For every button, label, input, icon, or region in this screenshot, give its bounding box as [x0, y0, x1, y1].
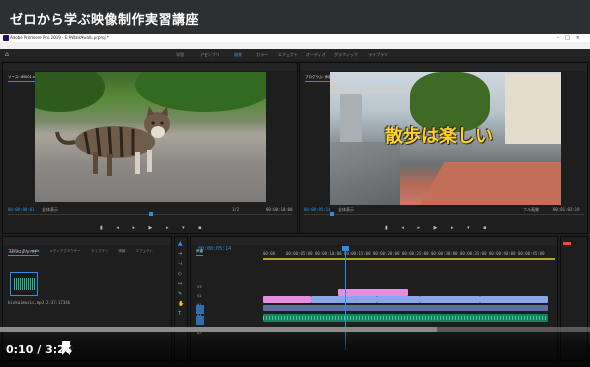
video-clip[interactable]: IMG03.mp4 [V]: [420, 296, 480, 312]
timeline-playhead-handle[interactable]: [342, 246, 349, 251]
source-video-frame[interactable]: [35, 72, 266, 202]
workspace-tab[interactable]: カラー: [256, 51, 268, 59]
workspace-tab[interactable]: アセンブリ: [200, 51, 220, 59]
media-item-name[interactable]: kinkaimusic.mp3: [8, 300, 44, 305]
audio-waveform: [14, 278, 36, 290]
video-clip[interactable]: IMG01.mp4 [V]: [311, 296, 377, 312]
source-playhead[interactable]: [149, 212, 153, 216]
v1-source-patch[interactable]: [196, 305, 204, 314]
video-clip[interactable]: IMG04.mp4 [V]: [480, 296, 548, 312]
ruler-label: 00:00:15:00: [344, 251, 371, 256]
progress-bar[interactable]: [0, 327, 590, 332]
source-timecode-current[interactable]: 00:00:00:01: [8, 207, 35, 212]
razor-tool-icon[interactable]: ◇: [178, 271, 187, 277]
tab-program[interactable]: プログラム: 歩道: [305, 73, 332, 82]
app-title: Adobe Premiere Pro 2019 - E:¥Walk¥walk.p…: [10, 35, 109, 40]
ruler-label: 00:00: [263, 251, 276, 256]
work-area-bar[interactable]: [263, 258, 555, 260]
ruler-label: 00:00:05:00: [286, 251, 313, 256]
current-time: 0:10: [6, 343, 34, 356]
overpass: [330, 86, 420, 94]
ruler-label: 00:00:35:00: [460, 251, 487, 256]
track-select-tool-icon[interactable]: ⇥: [178, 251, 187, 257]
bookmark-add-icon[interactable]: [60, 340, 74, 356]
course-header: ゼロから学ぶ映像制作実習講座: [0, 0, 590, 34]
program-scrubber[interactable]: [304, 214, 584, 215]
program-transport-controls[interactable]: ▮ ◂ ▸ ▶ ▸ ▾ ▪: [385, 225, 493, 231]
source-fit-select[interactable]: 全体表示: [42, 207, 58, 213]
player-controls: [0, 327, 590, 367]
ruler-label: 00:00:30:00: [431, 251, 458, 256]
pen-tool-icon[interactable]: ✎: [178, 291, 187, 297]
video-track-clip[interactable]: [263, 305, 548, 311]
timeline-ruler[interactable]: 00:00 00:00:05:00 00:00:10:00 00:00:15:0…: [263, 251, 555, 257]
workspace-tab[interactable]: グラフィック: [334, 51, 358, 59]
building: [505, 74, 561, 144]
source-timecode-duration: 00:00:10:00: [266, 207, 293, 212]
workspace-tab[interactable]: エフェクト: [278, 51, 298, 59]
sidewalk: [415, 162, 561, 205]
home-icon[interactable]: ⌂: [5, 52, 11, 58]
tab-media-browser[interactable]: メディアブラウザー: [49, 247, 80, 255]
a1-source-patch[interactable]: [196, 316, 204, 325]
program-video-frame[interactable]: 散歩は楽しい: [330, 72, 561, 205]
ruler-label: 00:00:10:00: [315, 251, 342, 256]
program-playhead[interactable]: [330, 212, 334, 216]
workspace-bar: ⌂ 学習 アセンブリ 編集 カラー エフェクト オーディオ グラフィック ライブ…: [0, 49, 590, 61]
ruler-label: 00:00:40:00: [489, 251, 516, 256]
menubar: ファイル(F) 編集(E) クリップ(C) シーケンス(S) マーカー(M) グ…: [0, 42, 590, 58]
type-tool-icon[interactable]: T: [178, 311, 187, 317]
tab-libraries[interactable]: ライブラリ: [91, 247, 109, 255]
project-file-name: walk.prproj: [10, 249, 37, 254]
tab-info[interactable]: 情報: [118, 247, 125, 255]
progress-fill: [0, 327, 437, 332]
tab-effects[interactable]: エフェクト: [135, 247, 153, 255]
cat-image: [55, 106, 170, 176]
track-label[interactable]: V3: [197, 285, 202, 289]
ruler-label: 00:00:20:00: [373, 251, 400, 256]
premiere-icon: [3, 35, 9, 41]
ripple-edit-tool-icon[interactable]: ⊣: [178, 261, 187, 267]
timeline-panel-tabs: 歩道: [191, 237, 557, 256]
source-transport-controls[interactable]: ▮ ◂ ▸ ▶ ▸ ▾ ▪: [100, 225, 208, 231]
audio-waveform: [263, 316, 548, 320]
source-resolution-select[interactable]: 1/2: [232, 207, 239, 212]
workspace-tab[interactable]: オーディオ: [306, 51, 326, 59]
meter-peak-indicator: [563, 242, 571, 245]
project-panel-tabs: プロジェクト: walk メディアブラウザー ライブラリ 情報 エフェクト: [3, 237, 171, 256]
source-panel-tabs: ソース: IMG01.mp4 エフェクトコントロール オーディオクリップミキサー…: [3, 63, 297, 82]
media-thumbnail[interactable]: [10, 272, 38, 296]
track-label[interactable]: V2: [197, 294, 202, 298]
selection-tool-icon[interactable]: ▲: [178, 240, 187, 247]
ruler-label: 00:00:45:00: [518, 251, 545, 256]
workspace-tab-active[interactable]: 編集: [234, 51, 242, 59]
title-clip[interactable]: 散歩は楽しい: [338, 289, 408, 305]
video-clip[interactable]: IMG02.mp4 [V]: [377, 296, 420, 312]
video-clip[interactable]: [263, 296, 311, 303]
title-caption: 散歩は楽しい: [385, 126, 493, 147]
audio-clip[interactable]: [263, 314, 548, 322]
course-title: ゼロから学ぶ映像制作実習講座: [10, 13, 200, 28]
app-titlebar: Adobe Premiere Pro 2019 - E:¥Walk¥walk.p…: [0, 34, 590, 42]
program-timecode-duration: 00:01:03:19: [553, 207, 580, 212]
program-panel-tabs: プログラム: 歩道: [300, 63, 587, 82]
hand-tool-icon[interactable]: ✋: [178, 301, 187, 307]
workspace-tab[interactable]: ライブラリ: [368, 51, 388, 59]
program-fit-select[interactable]: 全体表示: [338, 207, 354, 213]
program-timecode-current[interactable]: 00:00:05:14: [304, 207, 331, 212]
ruler-label: 00:00:25:00: [402, 251, 429, 256]
workspace-tab[interactable]: 学習: [176, 51, 184, 59]
window-controls[interactable]: –□×: [557, 34, 586, 42]
media-item-duration: 2:37:17346: [46, 300, 71, 305]
timeline-timecode[interactable]: 00:00:05:14: [198, 246, 231, 252]
slip-tool-icon[interactable]: ↔: [178, 281, 187, 287]
time-separator: /: [33, 343, 46, 356]
program-resolution-select[interactable]: フル画質: [523, 207, 539, 213]
road: [330, 142, 400, 205]
